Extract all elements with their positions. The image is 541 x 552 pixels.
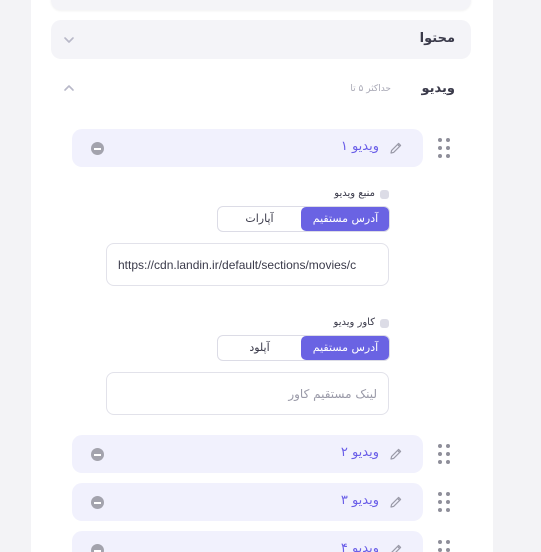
minus-circle-icon[interactable] — [91, 448, 104, 461]
drag-handle-icon[interactable] — [438, 492, 452, 512]
previous-section-card — [51, 0, 471, 10]
minus-circle-icon[interactable] — [91, 496, 104, 509]
chevron-up-icon[interactable] — [62, 81, 76, 95]
drag-handle-icon[interactable] — [438, 138, 452, 158]
chevron-down-icon[interactable] — [62, 33, 76, 47]
video-url-value: https://cdn.landin.ir/default/sections/m… — [118, 258, 357, 272]
video-item-2[interactable]: ویدیو ۲ — [72, 435, 423, 473]
video-item-1[interactable]: ویدیو ۱ — [72, 129, 423, 167]
pencil-icon[interactable] — [388, 542, 404, 552]
minus-circle-icon[interactable] — [91, 544, 104, 552]
field-indicator-icon — [380, 319, 389, 328]
content-section-title: محتوا — [419, 31, 455, 46]
video-section-hint: حداکثر ۵ تا — [350, 84, 391, 94]
video-item-3[interactable]: ویدیو ۳ — [72, 483, 423, 521]
cover-option-direct[interactable]: آدرس مستقیم — [301, 336, 389, 360]
video-item-4[interactable]: ویدیو ۴ — [72, 531, 423, 552]
field-indicator-icon — [380, 190, 389, 199]
cover-url-input[interactable]: لینک مستقیم کاور — [106, 372, 389, 415]
source-option-direct[interactable]: آدرس مستقیم — [301, 207, 389, 231]
video-section-title: ویدیو — [421, 81, 455, 96]
drag-handle-icon[interactable] — [438, 444, 452, 464]
pencil-icon[interactable] — [388, 494, 404, 510]
video-cover-label: کاور ویدیو — [333, 317, 375, 328]
source-option-aparat[interactable]: آپارات — [218, 207, 301, 231]
minus-circle-icon[interactable] — [91, 142, 104, 155]
video-item-label: ویدیو ۱ — [340, 139, 379, 154]
video-source-toggle: آپارات آدرس مستقیم — [217, 206, 390, 232]
cover-url-placeholder: لینک مستقیم کاور — [288, 387, 377, 401]
video-source-label: منبع ویدیو — [334, 188, 375, 199]
video-item-label: ویدیو ۳ — [340, 493, 379, 508]
video-item-label: ویدیو ۲ — [340, 445, 379, 460]
drag-handle-icon[interactable] — [438, 540, 452, 552]
cover-option-upload[interactable]: آپلود — [218, 336, 301, 360]
pencil-icon[interactable] — [388, 446, 404, 462]
video-url-input[interactable]: https://cdn.landin.ir/default/sections/m… — [106, 243, 389, 286]
pencil-icon[interactable] — [388, 140, 404, 156]
content-section-header[interactable]: محتوا — [51, 20, 471, 59]
video-cover-toggle: آپلود آدرس مستقیم — [217, 335, 390, 361]
video-item-label: ویدیو ۴ — [340, 541, 379, 552]
